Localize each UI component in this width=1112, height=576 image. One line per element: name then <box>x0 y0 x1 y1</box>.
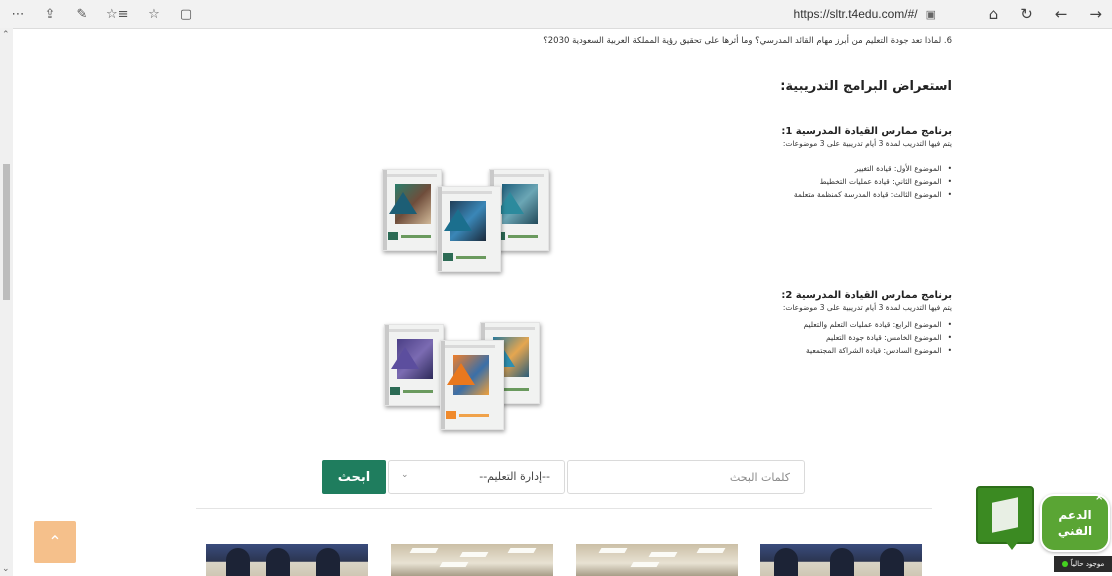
close-icon[interactable]: × <box>1095 492 1103 503</box>
book-cover-image <box>437 186 501 272</box>
page-scrollbar[interactable]: ⌃ ⌄ <box>0 28 13 576</box>
support-label-line2: الفني <box>1057 524 1093 538</box>
support-label-line1: الدعم <box>1058 508 1092 522</box>
online-status: موجود حالياً <box>1054 556 1112 572</box>
technical-support-widget[interactable]: الدعم الفني × موجود حالياً <box>974 484 1112 576</box>
scroll-up-arrow-icon[interactable]: ⌃ <box>2 30 10 40</box>
book-cover-image <box>384 324 444 406</box>
home-icon[interactable]: ⌂ <box>989 5 999 23</box>
list-item: الموضوع الثاني: قيادة عمليات التخطيط <box>612 175 952 188</box>
page-content: 6. لماذا تعد جودة التعليم من أبرز مهام ا… <box>14 28 1112 576</box>
favorites-list-icon[interactable]: ☆≡ <box>106 7 129 22</box>
forward-icon[interactable]: → <box>1089 5 1102 23</box>
question-6: 6. لماذا تعد جودة التعليم من أبرز مهام ا… <box>543 36 952 46</box>
program-1: برنامج ممارس القيادة المدرسية 1: يتم فيه… <box>612 126 952 201</box>
book-cover-image <box>382 169 442 251</box>
chevron-down-icon: ⌄ <box>401 470 409 480</box>
list-item: الموضوع الرابع: قيادة عمليات التعلم والت… <box>612 318 952 331</box>
program-desc: يتم فيها التدريب لمدة 3 أيام تدريبية على… <box>782 139 952 148</box>
share-icon[interactable]: ⇪ <box>42 7 58 22</box>
online-dot-icon <box>1061 561 1068 567</box>
divider <box>196 508 932 509</box>
lock-icon: ▣ <box>925 8 936 21</box>
back-icon[interactable]: ← <box>1055 5 1068 23</box>
support-logo-icon[interactable] <box>976 486 1034 550</box>
more-icon[interactable]: ⋯ <box>10 7 26 22</box>
list-item: الموضوع الأول: قيادة التغيير <box>612 162 952 175</box>
program-title: برنامج ممارس القيادة المدرسية 2: <box>781 290 952 301</box>
scroll-to-top-button[interactable]: ⌃ <box>34 521 76 563</box>
education-admin-select[interactable]: --إدارة التعليم-- ⌄ <box>388 460 565 494</box>
address-bar[interactable]: https://sltr.t4edu.com/#/ ▣ <box>150 4 936 24</box>
program-title: برنامج ممارس القيادة المدرسية 1: <box>781 126 952 137</box>
refresh-icon[interactable]: ↻ <box>1020 5 1033 23</box>
select-value: --إدارة التعليم-- <box>479 470 550 483</box>
pen-icon[interactable]: ✎ <box>74 7 90 22</box>
program-desc: يتم فيها التدريب لمدة 3 أيام تدريبية على… <box>782 303 952 312</box>
scroll-thumb[interactable] <box>3 164 10 300</box>
search-button[interactable]: ابحث <box>322 460 386 494</box>
course-thumbnail[interactable] <box>391 544 553 576</box>
course-thumbnail[interactable] <box>576 544 738 576</box>
book-cover-image <box>440 340 504 430</box>
scroll-down-arrow-icon[interactable]: ⌄ <box>2 564 10 574</box>
topic-list: الموضوع الرابع: قيادة عمليات التعلم والت… <box>612 318 952 357</box>
topic-list: الموضوع الأول: قيادة التغيير الموضوع الث… <box>612 162 952 201</box>
list-item: الموضوع السادس: قيادة الشراكة المجتمعية <box>612 344 952 357</box>
search-keywords-input[interactable] <box>567 460 805 494</box>
browser-toolbar: ⋯ ⇪ ✎ ☆≡ ☆ ▢ https://sltr.t4edu.com/#/ ▣… <box>0 0 1112 29</box>
section-heading: استعراض البرامج التدريبية: <box>780 79 952 94</box>
status-text: موجود حالياً <box>1070 560 1105 568</box>
course-thumbnail[interactable] <box>760 544 922 576</box>
program-2: برنامج ممارس القيادة المدرسية 2: يتم فيه… <box>612 290 952 357</box>
url-text: https://sltr.t4edu.com/#/ <box>793 7 918 21</box>
course-thumbnail[interactable] <box>206 544 368 576</box>
list-item: الموضوع الخامس: قيادة جودة التعليم <box>612 331 952 344</box>
list-item: الموضوع الثالث: قيادة المدرسة كمنظمة متع… <box>612 188 952 201</box>
